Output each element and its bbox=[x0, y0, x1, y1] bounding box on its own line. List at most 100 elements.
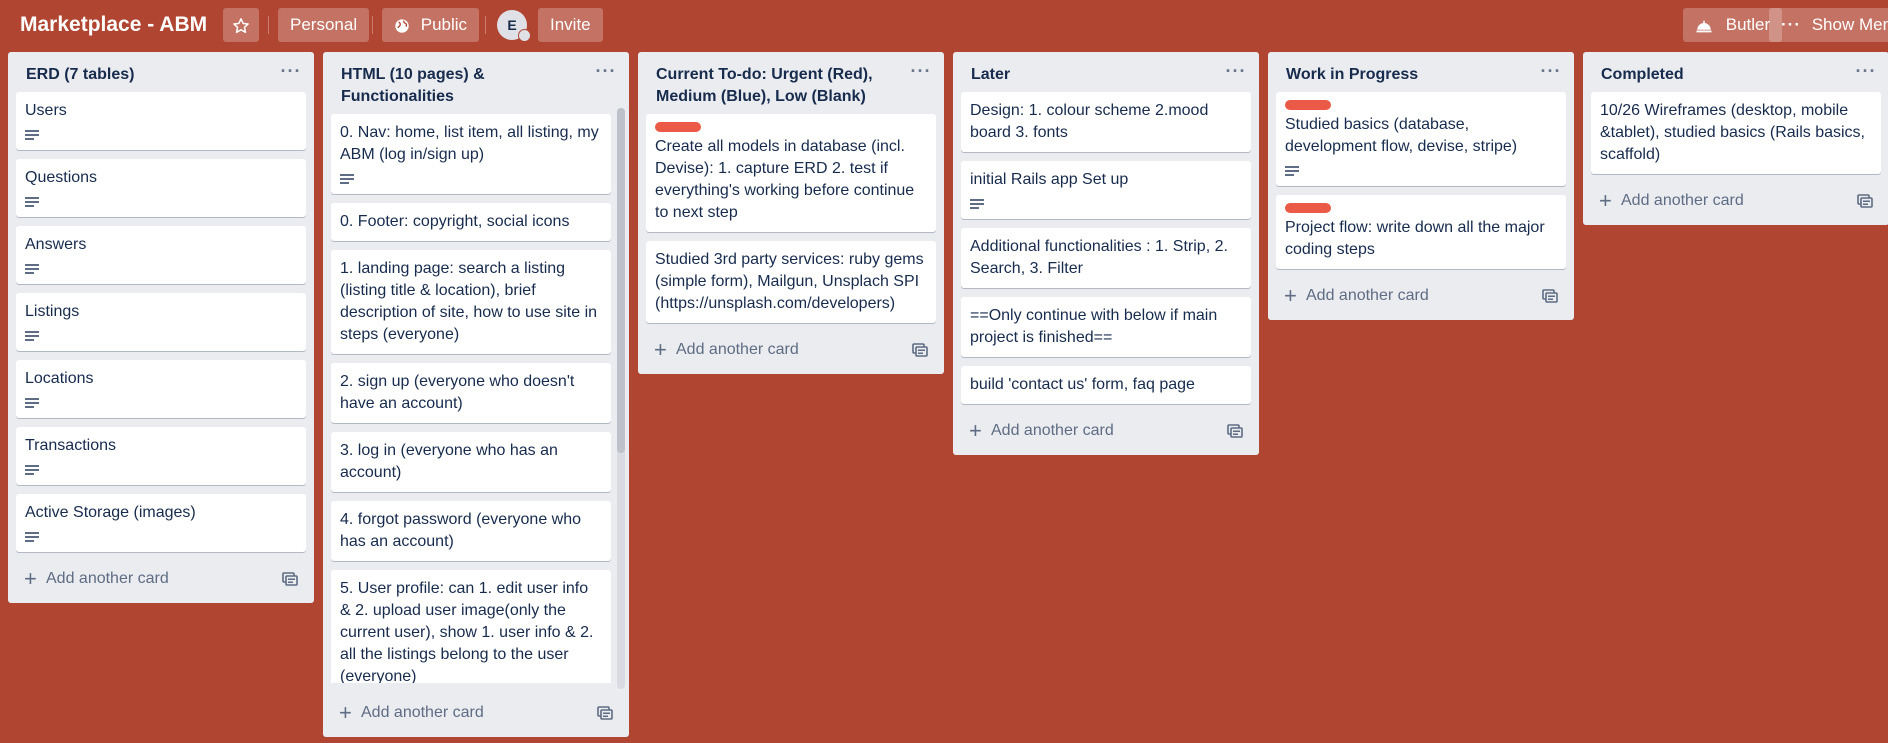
card-template-icon[interactable] bbox=[912, 343, 928, 357]
card-list: 10/26 Wireframes (desktop, mobile &table… bbox=[1583, 92, 1888, 174]
card-title: 2. sign up (everyone who doesn't have an… bbox=[340, 373, 575, 412]
list-menu-icon[interactable]: ··· bbox=[1855, 62, 1877, 84]
visibility-button[interactable]: Public bbox=[382, 8, 480, 42]
butler-label: Butler bbox=[1725, 15, 1771, 34]
description-icon bbox=[1285, 166, 1299, 176]
list: Completed ··· 10/26 Wireframes (desktop, m… bbox=[1583, 52, 1888, 225]
card[interactable]: 2. sign up (everyone who doesn't have an… bbox=[331, 363, 611, 423]
card[interactable]: 0. Footer: copyright, social icons bbox=[331, 203, 611, 241]
card[interactable]: Additional functionalities : 1. Strip, 2… bbox=[961, 228, 1251, 288]
board-header: Marketplace - ABM Personal Public E Invi… bbox=[0, 0, 1888, 50]
globe-icon bbox=[395, 18, 409, 33]
card[interactable]: 4. forgot password (everyone who has an … bbox=[331, 501, 611, 561]
list-title[interactable]: Work in Progress bbox=[1286, 66, 1418, 83]
description-icon bbox=[340, 174, 354, 184]
card-template-icon[interactable] bbox=[1542, 289, 1558, 303]
card[interactable]: Locations bbox=[16, 360, 306, 418]
list-title[interactable]: HTML (10 pages) & Functionalities bbox=[341, 66, 485, 105]
card-list: Users Questions Answers Listings Locations Tr… bbox=[8, 92, 314, 552]
card-list: 0. Nav: home, list item, all listing, my… bbox=[323, 114, 629, 683]
more-icon: ··· bbox=[1781, 15, 1801, 34]
list-menu-icon[interactable]: ··· bbox=[910, 62, 932, 84]
card[interactable]: initial Rails app Set up bbox=[961, 161, 1251, 219]
list: Work in Progress ··· Studied basics (datab… bbox=[1268, 52, 1574, 320]
card-list: Studied basics (database, development fl… bbox=[1268, 92, 1574, 269]
card[interactable]: 10/26 Wireframes (desktop, mobile &table… bbox=[1591, 92, 1881, 174]
board-title[interactable]: Marketplace - ABM bbox=[20, 12, 207, 38]
card[interactable]: Users bbox=[16, 92, 306, 150]
card[interactable]: Project flow: write down all the major c… bbox=[1276, 195, 1566, 269]
list-menu-icon[interactable]: ··· bbox=[1540, 62, 1562, 84]
card[interactable]: Listings bbox=[16, 293, 306, 351]
show-menu-button[interactable]: ··· Show Menu bbox=[1769, 8, 1888, 42]
add-card-label: Add another card bbox=[991, 422, 1114, 439]
card-template-icon[interactable] bbox=[282, 572, 298, 586]
invite-button[interactable]: Invite bbox=[538, 8, 603, 42]
list-header[interactable]: HTML (10 pages) & Functionalities ··· bbox=[323, 52, 629, 114]
list-header[interactable]: Completed ··· bbox=[1583, 52, 1888, 92]
card[interactable]: 0. Nav: home, list item, all listing, my… bbox=[331, 114, 611, 194]
header-divider bbox=[268, 16, 269, 34]
card-template-icon[interactable] bbox=[1227, 424, 1243, 438]
list-title[interactable]: ERD (7 tables) bbox=[26, 66, 134, 83]
card[interactable]: Answers bbox=[16, 226, 306, 284]
card[interactable]: Questions bbox=[16, 159, 306, 217]
butler-button[interactable]: Butler bbox=[1683, 8, 1783, 42]
card-title: 0. Nav: home, list item, all listing, my… bbox=[340, 124, 599, 163]
card-title: 3. log in (everyone who has an account) bbox=[340, 442, 558, 481]
description-icon bbox=[25, 532, 39, 542]
list-header[interactable]: Later ··· bbox=[953, 52, 1259, 92]
card-list: Design: 1. colour scheme 2.mood board 3.… bbox=[953, 92, 1259, 404]
label-red[interactable] bbox=[1285, 100, 1331, 110]
add-card-button[interactable]: + Add another card bbox=[1591, 183, 1881, 219]
card[interactable]: 3. log in (everyone who has an account) bbox=[331, 432, 611, 492]
plus-icon: + bbox=[24, 566, 37, 591]
list: ERD (7 tables) ··· Users Questions Answers Li… bbox=[8, 52, 314, 603]
card[interactable]: Studied 3rd party services: ruby gems (s… bbox=[646, 241, 936, 323]
card[interactable]: Design: 1. colour scheme 2.mood board 3.… bbox=[961, 92, 1251, 152]
list-title[interactable]: Completed bbox=[1601, 66, 1684, 83]
card-template-icon[interactable] bbox=[597, 706, 613, 720]
add-card-label: Add another card bbox=[46, 570, 169, 587]
add-card-button[interactable]: + Add another card bbox=[961, 413, 1251, 449]
star-button[interactable] bbox=[223, 8, 259, 42]
list-scrollbar[interactable] bbox=[617, 108, 625, 689]
card[interactable]: Active Storage (images) bbox=[16, 494, 306, 552]
list-title[interactable]: Later bbox=[971, 66, 1010, 83]
card[interactable]: ==Only continue with below if main proje… bbox=[961, 297, 1251, 357]
description-icon bbox=[25, 197, 39, 207]
list-title[interactable]: Current To-do: Urgent (Red), Medium (Blu… bbox=[656, 66, 873, 105]
plus-icon: + bbox=[1599, 188, 1612, 213]
list-menu-icon[interactable]: ··· bbox=[1225, 62, 1247, 84]
visibility-label: Public bbox=[420, 15, 468, 34]
card[interactable]: Studied basics (database, development fl… bbox=[1276, 92, 1566, 186]
card-title: Additional functionalities : 1. Strip, 2… bbox=[970, 238, 1228, 277]
list-header[interactable]: ERD (7 tables) ··· bbox=[8, 52, 314, 92]
card[interactable]: 1. landing page: search a listing (listi… bbox=[331, 250, 611, 354]
card-template-icon[interactable] bbox=[1857, 194, 1873, 208]
card-title: 0. Footer: copyright, social icons bbox=[340, 213, 570, 230]
label-red[interactable] bbox=[1285, 203, 1331, 213]
list-menu-icon[interactable]: ··· bbox=[595, 62, 617, 84]
list-menu-icon[interactable]: ··· bbox=[280, 62, 302, 84]
list-header[interactable]: Current To-do: Urgent (Red), Medium (Blu… bbox=[638, 52, 944, 114]
card-title: Users bbox=[25, 102, 67, 119]
add-card-button[interactable]: + Add another card bbox=[1276, 278, 1566, 314]
scrollbar-thumb[interactable] bbox=[617, 108, 625, 453]
card-title: Questions bbox=[25, 169, 98, 186]
card-title: Answers bbox=[25, 236, 87, 253]
list: Current To-do: Urgent (Red), Medium (Blu… bbox=[638, 52, 944, 374]
card[interactable]: Transactions bbox=[16, 427, 306, 485]
card[interactable]: Create all models in database (incl. Dev… bbox=[646, 114, 936, 232]
invite-label: Invite bbox=[550, 15, 591, 34]
label-red[interactable] bbox=[655, 122, 701, 132]
card[interactable]: build 'contact us' form, faq page bbox=[961, 366, 1251, 404]
add-card-button[interactable]: + Add another card bbox=[331, 695, 621, 731]
add-card-button[interactable]: + Add another card bbox=[646, 332, 936, 368]
card-title: 10/26 Wireframes (desktop, mobile &table… bbox=[1600, 102, 1865, 163]
list-header[interactable]: Work in Progress ··· bbox=[1268, 52, 1574, 92]
card[interactable]: 5. User profile: can 1. edit user info &… bbox=[331, 570, 611, 683]
add-card-button[interactable]: + Add another card bbox=[16, 561, 306, 597]
team-visibility-button[interactable]: Personal bbox=[278, 8, 370, 42]
card-title: Project flow: write down all the major c… bbox=[1285, 219, 1545, 258]
